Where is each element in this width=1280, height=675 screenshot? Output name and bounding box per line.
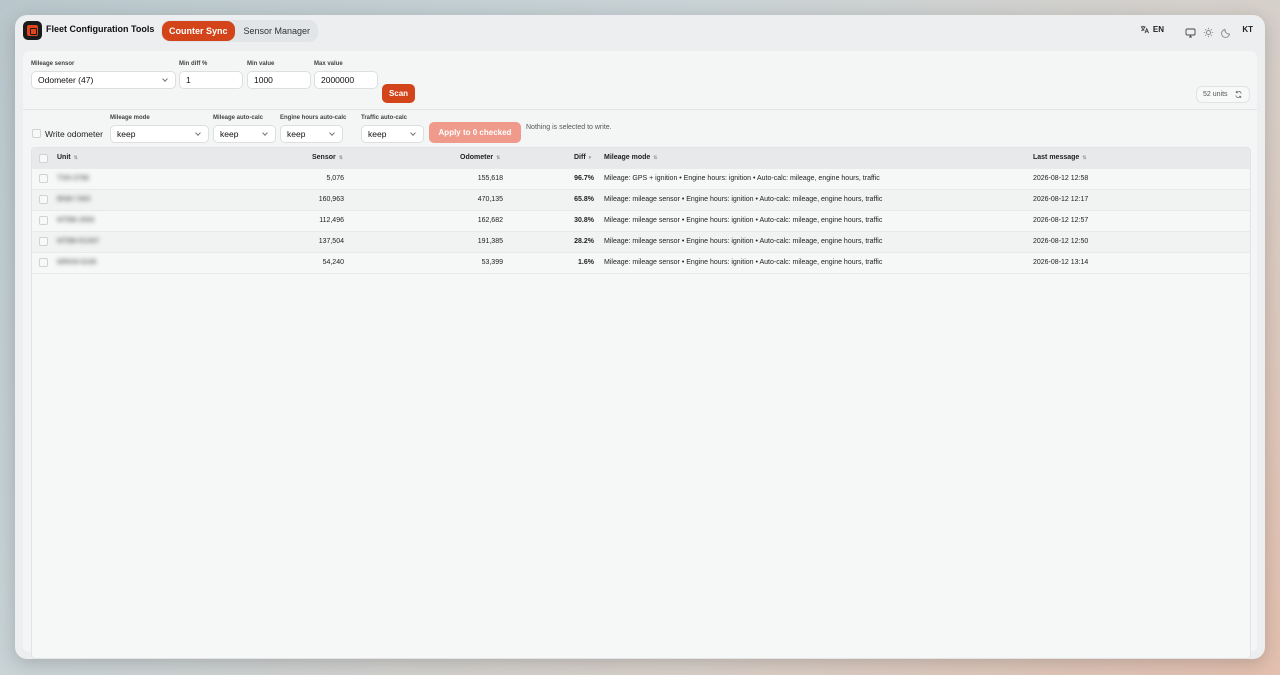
user-avatar[interactable]: KT bbox=[1242, 25, 1253, 34]
mileage-sensor-label: Mileage sensor bbox=[31, 61, 75, 67]
diff-value: 30.8% bbox=[574, 217, 594, 224]
unit-name: MTBB-R2497 bbox=[57, 238, 100, 245]
unit-name: MRKM-6248 bbox=[57, 259, 97, 266]
mileage-mode-value: Mileage: mileage sensor • Engine hours: … bbox=[604, 259, 883, 266]
main-panel: Mileage sensor Odometer (47) Min diff % … bbox=[23, 51, 1257, 659]
diff-value: 28.2% bbox=[574, 238, 594, 245]
engine-hours-autocalc-label: Engine hours auto-calc bbox=[280, 115, 347, 121]
sensor-value: 5,076 bbox=[326, 175, 344, 182]
table-row[interactable]: TSN-3788 5,076 155,618 96.7% Mileage: GP… bbox=[32, 169, 1250, 190]
max-value-label: Max value bbox=[314, 61, 343, 67]
odometer-value: 155,618 bbox=[477, 175, 503, 182]
top-bar: Fleet Configuration Tools Counter Sync S… bbox=[15, 15, 1265, 47]
row-checkbox[interactable] bbox=[39, 258, 48, 267]
row-checkbox[interactable] bbox=[39, 237, 48, 246]
units-count: 52 units bbox=[1203, 91, 1228, 98]
unit-name: BNM-7483 bbox=[57, 196, 91, 203]
diff-value: 1.6% bbox=[578, 259, 594, 266]
sun-icon[interactable] bbox=[1203, 25, 1214, 38]
table-row[interactable]: MRKM-6248 54,240 53,399 1.6% Mileage: mi… bbox=[32, 253, 1250, 274]
min-diff-input[interactable]: 1 bbox=[179, 71, 243, 89]
language-switcher[interactable]: EN bbox=[1140, 25, 1164, 34]
units-table: Unit ⇅ Sensor ⇅ Odometer ⇅ Diff ▾ Mileage mo… bbox=[31, 147, 1251, 659]
last-message-value: 2026-08-12 13:14 bbox=[1033, 259, 1089, 266]
row-checkbox[interactable] bbox=[39, 174, 48, 183]
table-row[interactable]: BNM-7483 160,963 470,135 65.8% Mileage: … bbox=[32, 190, 1250, 211]
column-header-diff[interactable]: Diff ▾ bbox=[574, 154, 591, 161]
sensor-value: 137,504 bbox=[318, 238, 344, 245]
odometer-value: 191,385 bbox=[477, 238, 503, 245]
sort-icon: ⇅ bbox=[1082, 155, 1087, 161]
mileage-mode-value: Mileage: mileage sensor • Engine hours: … bbox=[604, 217, 883, 224]
mileage-autocalc-select[interactable]: keep bbox=[213, 125, 276, 143]
write-status-text: Nothing is selected to write. bbox=[526, 124, 612, 131]
mileage-autocalc-label: Mileage auto-calc bbox=[213, 115, 264, 121]
sort-desc-icon: ▾ bbox=[588, 155, 592, 161]
mileage-mode-label: Mileage mode bbox=[110, 115, 150, 121]
column-header-odometer[interactable]: Odometer ⇅ bbox=[460, 154, 500, 161]
moon-icon[interactable] bbox=[1221, 25, 1232, 38]
table-row[interactable]: MTBB-R2497 137,504 191,385 28.2% Mileage… bbox=[32, 232, 1250, 253]
diff-value: 96.7% bbox=[574, 175, 594, 182]
sensor-value: 54,240 bbox=[322, 259, 344, 266]
sort-icon: ⇅ bbox=[653, 155, 658, 161]
last-message-value: 2026-08-12 12:50 bbox=[1033, 238, 1089, 245]
mileage-mode-select[interactable]: keep bbox=[110, 125, 209, 143]
refresh-icon bbox=[1235, 90, 1242, 99]
mileage-mode-value: Mileage: mileage sensor • Engine hours: … bbox=[604, 238, 883, 245]
sort-icon: ⇅ bbox=[73, 155, 78, 161]
unit-name: TSN-3788 bbox=[57, 175, 89, 182]
sort-icon: ⇅ bbox=[338, 155, 343, 161]
diff-value: 65.8% bbox=[574, 196, 594, 203]
write-odometer-checkbox[interactable] bbox=[32, 129, 41, 138]
last-message-value: 2026-08-12 12:17 bbox=[1033, 196, 1089, 203]
tab-counter-sync[interactable]: Counter Sync bbox=[162, 21, 235, 41]
min-value-input[interactable]: 1000 bbox=[247, 71, 311, 89]
sort-icon: ⇅ bbox=[496, 155, 501, 161]
min-diff-label: Min diff % bbox=[179, 61, 208, 67]
last-message-value: 2026-08-12 12:58 bbox=[1033, 175, 1089, 182]
unit-name: MTBB-2856 bbox=[57, 217, 95, 224]
table-header: Unit ⇅ Sensor ⇅ Odometer ⇅ Diff ▾ Mileage mo… bbox=[32, 148, 1250, 169]
odometer-value: 53,399 bbox=[481, 259, 503, 266]
column-header-sensor[interactable]: Sensor ⇅ bbox=[312, 154, 343, 161]
app-window: Fleet Configuration Tools Counter Sync S… bbox=[15, 15, 1265, 659]
mileage-sensor-select[interactable]: Odometer (47) bbox=[31, 71, 176, 89]
row-checkbox[interactable] bbox=[39, 216, 48, 225]
apply-button[interactable]: Apply to 0 checked bbox=[429, 122, 521, 143]
mileage-mode-value: Mileage: mileage sensor • Engine hours: … bbox=[604, 196, 883, 203]
scan-button[interactable]: Scan bbox=[382, 84, 415, 103]
odometer-value: 470,135 bbox=[477, 196, 503, 203]
app-logo bbox=[23, 21, 42, 40]
units-count-badge[interactable]: 52 units bbox=[1196, 86, 1250, 103]
sensor-value: 112,496 bbox=[319, 217, 344, 224]
traffic-autocalc-select[interactable]: keep bbox=[361, 125, 424, 143]
last-message-value: 2026-08-12 12:57 bbox=[1033, 217, 1089, 224]
max-value-input[interactable]: 2000000 bbox=[314, 71, 378, 89]
column-header-last-message[interactable]: Last message ⇅ bbox=[1033, 154, 1087, 161]
column-header-unit[interactable]: Unit ⇅ bbox=[57, 154, 78, 161]
translate-icon bbox=[1140, 25, 1149, 34]
write-odometer-label: Write odometer bbox=[45, 129, 103, 139]
select-all-checkbox[interactable] bbox=[39, 154, 48, 163]
divider bbox=[23, 109, 1257, 110]
table-row[interactable]: MTBB-2856 112,496 162,682 30.8% Mileage:… bbox=[32, 211, 1250, 232]
column-header-mileage-mode[interactable]: Mileage mode ⇅ bbox=[604, 154, 658, 161]
monitor-icon[interactable] bbox=[1185, 25, 1196, 38]
row-checkbox[interactable] bbox=[39, 195, 48, 204]
engine-hours-autocalc-select[interactable]: keep bbox=[280, 125, 343, 143]
tab-bar: Counter Sync Sensor Manager bbox=[161, 20, 319, 42]
tab-sensor-manager[interactable]: Sensor Manager bbox=[237, 21, 318, 41]
odometer-value: 162,682 bbox=[477, 217, 503, 224]
language-label: EN bbox=[1152, 25, 1164, 34]
mileage-mode-value: Mileage: GPS + ignition • Engine hours: … bbox=[604, 175, 880, 182]
min-value-label: Min value bbox=[247, 61, 275, 67]
sensor-value: 160,963 bbox=[318, 196, 344, 203]
app-title: Fleet Configuration Tools bbox=[46, 24, 155, 34]
traffic-autocalc-label: Traffic auto-calc bbox=[361, 115, 408, 121]
